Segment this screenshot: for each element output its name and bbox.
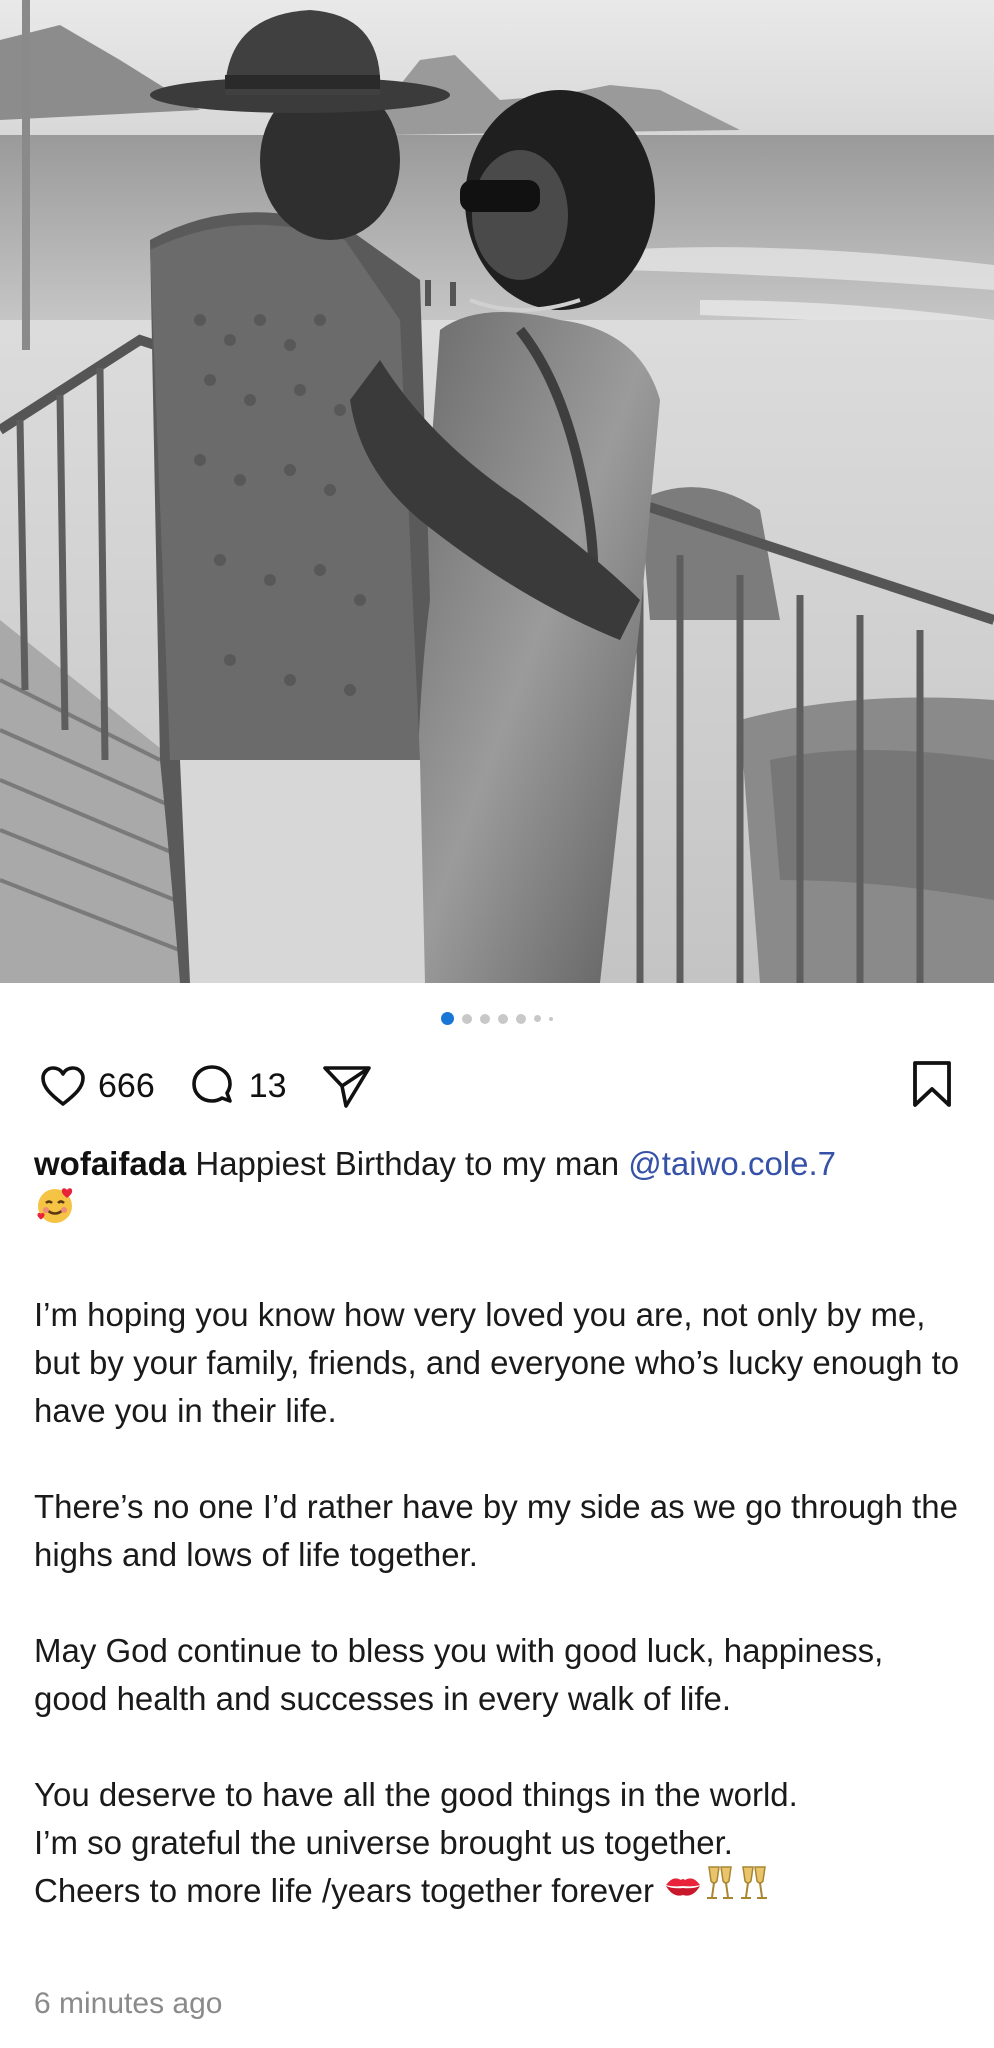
caption-paragraph: May God continue to bless you with good … [34, 1632, 884, 1717]
caption-line: I’m so grateful the universe brought us … [34, 1824, 733, 1861]
share-icon [321, 1062, 373, 1110]
post-image [0, 0, 994, 983]
heart-icon [40, 1065, 86, 1107]
champagne-glasses-emoji [703, 1863, 737, 1916]
comment-icon [189, 1062, 237, 1110]
share-button[interactable] [321, 1062, 373, 1110]
post-timestamp: 6 minutes ago [34, 1987, 223, 2020]
caption-paragraph: There’s no one I’d rather have by my sid… [34, 1488, 958, 1573]
carousel-indicator [0, 1012, 994, 1025]
caption-paragraph-last: You deserve to have all the good things … [34, 1771, 960, 1920]
carousel-dot [516, 1013, 526, 1024]
user-mention-link[interactable]: @taiwo.cole.7 [628, 1145, 836, 1182]
post-photo[interactable] [0, 0, 994, 983]
comment-count: 13 [248, 1066, 287, 1105]
caption-first-line: wofaifada Happiest Birthday to my man @t… [34, 1140, 960, 1243]
carousel-dot [480, 1013, 490, 1024]
bookmark-button[interactable] [910, 1059, 954, 1114]
smiling-face-hearts-emoji [34, 1184, 76, 1239]
post-caption: wofaifada Happiest Birthday to my man @t… [34, 1140, 960, 1968]
kiss-mark-emoji [663, 1866, 703, 1914]
carousel-dot [549, 1016, 553, 1021]
caption-greeting: Happiest Birthday to my man [186, 1145, 629, 1182]
carousel-dot-active [441, 1012, 454, 1025]
caption-line: Cheers to more life /years together fore… [34, 1872, 664, 1910]
bookmark-icon [910, 1060, 954, 1113]
comment-button[interactable]: 13 [189, 1062, 287, 1110]
post-action-bar: 666 13 [40, 1060, 954, 1112]
like-count: 666 [98, 1066, 155, 1105]
carousel-dot [498, 1013, 508, 1024]
like-button[interactable]: 666 [40, 1065, 155, 1107]
champagne-glasses-emoji [737, 1863, 771, 1916]
caption-line: You deserve to have all the good things … [34, 1776, 798, 1813]
carousel-dot [534, 1015, 541, 1022]
carousel-dot [462, 1013, 472, 1024]
author-username[interactable]: wofaifada [34, 1145, 186, 1182]
caption-paragraph: I’m hoping you know how very loved you a… [34, 1296, 960, 1429]
